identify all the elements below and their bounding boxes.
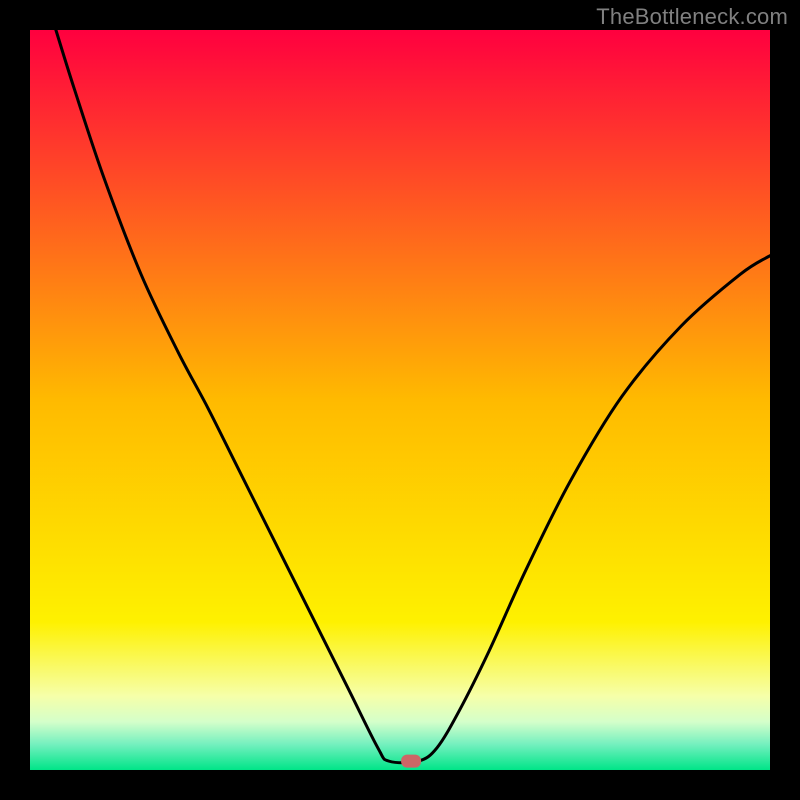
optimal-marker <box>401 755 421 768</box>
watermark-text: TheBottleneck.com <box>596 4 788 30</box>
bottleneck-chart <box>0 0 800 800</box>
figure-root: TheBottleneck.com <box>0 0 800 800</box>
plot-background <box>30 30 770 770</box>
